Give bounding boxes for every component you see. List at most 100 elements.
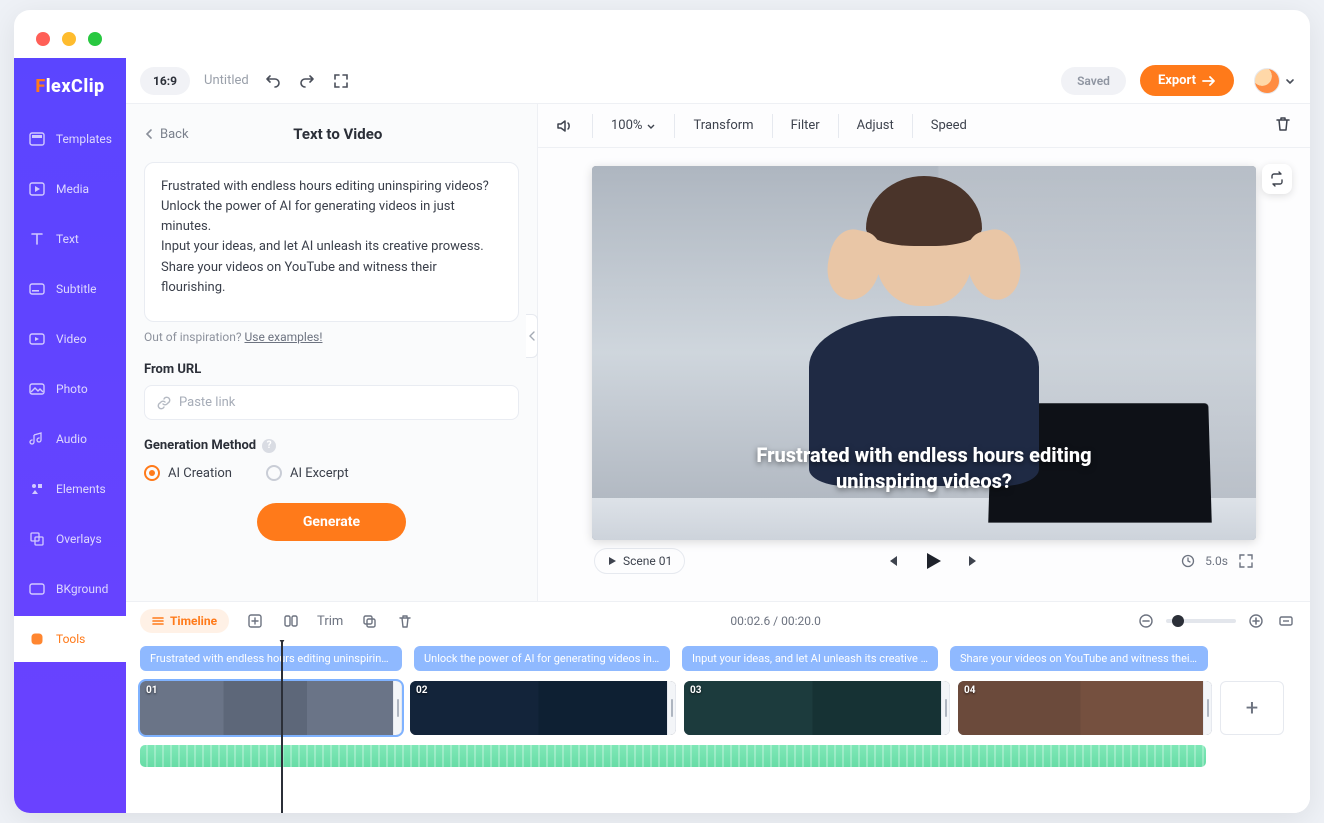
duplicate-clip-button[interactable] <box>359 611 379 631</box>
sidebar-item-overlays[interactable]: Overlays <box>14 516 126 562</box>
play-button[interactable] <box>922 550 944 572</box>
split-clip-button[interactable] <box>281 611 301 631</box>
elements-icon <box>28 480 46 498</box>
clip-right-handle[interactable] <box>1203 681 1212 735</box>
add-clip-button[interactable]: + <box>1220 681 1284 735</box>
loop-toggle[interactable] <box>1262 164 1292 194</box>
panel-collapse-handle[interactable] <box>526 314 538 358</box>
account-menu[interactable] <box>1248 68 1296 94</box>
overlays-icon <box>28 530 46 548</box>
sidebar-item-templates[interactable]: Templates <box>14 116 126 162</box>
delete-button[interactable] <box>1274 115 1296 137</box>
trim-button[interactable]: Trim <box>317 614 343 629</box>
transform-button[interactable]: Transform <box>675 114 772 138</box>
undo-button[interactable] <box>263 71 283 91</box>
video-clip[interactable]: 01 <box>140 681 402 735</box>
caption-clip[interactable]: Input your ideas, and let AI unleash its… <box>682 646 938 671</box>
radio-ai-excerpt[interactable]: AI Excerpt <box>266 465 349 481</box>
url-input[interactable] <box>179 395 506 410</box>
audio-track[interactable] <box>140 745 1206 767</box>
radio-label: AI Creation <box>168 466 232 481</box>
link-icon <box>157 396 171 410</box>
sidebar-item-elements[interactable]: Elements <box>14 466 126 512</box>
prev-scene-button[interactable] <box>884 553 900 569</box>
playback-controls: Scene 01 5.0s <box>592 540 1256 576</box>
sidebar-item-label: Video <box>56 332 87 346</box>
playhead[interactable] <box>281 640 283 813</box>
clip-right-handle[interactable] <box>667 681 676 735</box>
next-scene-button[interactable] <box>966 553 982 569</box>
help-icon[interactable]: ? <box>262 439 276 453</box>
sidebar-item-media[interactable]: Media <box>14 166 126 212</box>
video-icon <box>28 330 46 348</box>
video-stage[interactable]: Frustrated with endless hours editing un… <box>592 166 1256 540</box>
prompt-line: Frustrated with endless hours editing un… <box>161 177 502 197</box>
templates-icon <box>28 130 46 148</box>
chevron-left-icon <box>528 330 536 342</box>
sidebar-item-label: Overlays <box>56 532 102 546</box>
zoom-in-button[interactable] <box>1246 611 1266 631</box>
scene-indicator[interactable]: Scene 01 <box>594 548 685 574</box>
caption-clip[interactable]: Frustrated with endless hours editing un… <box>140 646 402 671</box>
use-examples-link[interactable]: Use examples! <box>244 330 322 344</box>
generate-button[interactable]: Generate <box>257 503 406 541</box>
sidebar-item-label: Templates <box>56 132 112 146</box>
export-button[interactable]: Export <box>1140 65 1234 96</box>
sidebar-item-background[interactable]: BKground <box>14 566 126 612</box>
video-clip[interactable]: 03 <box>684 681 950 735</box>
fit-timeline-button[interactable] <box>1276 611 1296 631</box>
generation-method-label: Generation Method ? <box>144 438 519 453</box>
sidebar-item-subtitle[interactable]: Subtitle <box>14 266 126 312</box>
zoom-slider[interactable] <box>1166 619 1236 623</box>
radio-ai-creation[interactable]: AI Creation <box>144 465 232 481</box>
video-clip[interactable]: 04 <box>958 681 1212 735</box>
zoom-dropdown[interactable]: 100% <box>593 114 675 138</box>
add-track-button[interactable] <box>245 611 265 631</box>
preview-area: 100% Transform Filter Adjust Speed <box>538 104 1310 601</box>
filter-button[interactable]: Filter <box>773 114 839 138</box>
clip-right-handle[interactable] <box>941 681 950 735</box>
sidebar-item-video[interactable]: Video <box>14 316 126 362</box>
app-window: FlexClip Templates Media Text Subtitle <box>14 10 1310 813</box>
caption-clip[interactable]: Share your videos on YouTube and witness… <box>950 646 1208 671</box>
timeline-body[interactable]: Frustrated with endless hours editing un… <box>126 640 1310 813</box>
prompt-line: Unlock the power of AI for generating vi… <box>161 197 502 237</box>
sidebar-item-tools[interactable]: Tools <box>14 616 126 662</box>
radio-label: AI Excerpt <box>290 466 349 481</box>
window-zoom-dot[interactable] <box>88 32 102 46</box>
aspect-ratio-pill[interactable]: 16:9 <box>140 67 190 95</box>
photo-icon <box>28 380 46 398</box>
sidebar-item-label: Photo <box>56 382 88 396</box>
video-clip[interactable]: 02 <box>410 681 676 735</box>
timeline-tab[interactable]: Timeline <box>140 609 229 633</box>
speed-button[interactable]: Speed <box>913 114 985 138</box>
sidebar-item-label: Audio <box>56 432 87 446</box>
zoom-out-button[interactable] <box>1136 611 1156 631</box>
redo-button[interactable] <box>297 71 317 91</box>
fullscreen-button[interactable] <box>331 71 351 91</box>
expand-stage-button[interactable] <box>1238 553 1254 569</box>
sidebar-item-audio[interactable]: Audio <box>14 416 126 462</box>
url-input-group[interactable] <box>144 385 519 420</box>
sidebar-item-text[interactable]: Text <box>14 216 126 262</box>
window-close-dot[interactable] <box>36 32 50 46</box>
panel-header: Back Text to Video <box>144 120 519 148</box>
caption-clip[interactable]: Unlock the power of AI for generating vi… <box>414 646 670 671</box>
main-column: 16:9 Untitled Saved Export <box>126 58 1310 813</box>
back-button[interactable]: Back <box>144 127 189 142</box>
clip-right-handle[interactable] <box>393 681 402 735</box>
prompt-textarea[interactable]: Frustrated with endless hours editing un… <box>144 162 519 322</box>
adjust-button[interactable]: Adjust <box>839 114 913 138</box>
prompt-line: Input your ideas, and let AI unleash its… <box>161 237 502 257</box>
sidebar-item-label: Text <box>56 232 79 246</box>
sidebar-item-label: Media <box>56 182 89 196</box>
sidebar-item-label: Tools <box>56 632 85 646</box>
document-title[interactable]: Untitled <box>204 73 249 88</box>
mac-traffic-lights <box>36 32 102 46</box>
delete-clip-button[interactable] <box>395 611 415 631</box>
audio-icon <box>28 430 46 448</box>
sidebar-item-photo[interactable]: Photo <box>14 366 126 412</box>
sidebar-items: Templates Media Text Subtitle Video <box>14 112 126 666</box>
window-minimize-dot[interactable] <box>62 32 76 46</box>
volume-button[interactable] <box>552 114 593 138</box>
